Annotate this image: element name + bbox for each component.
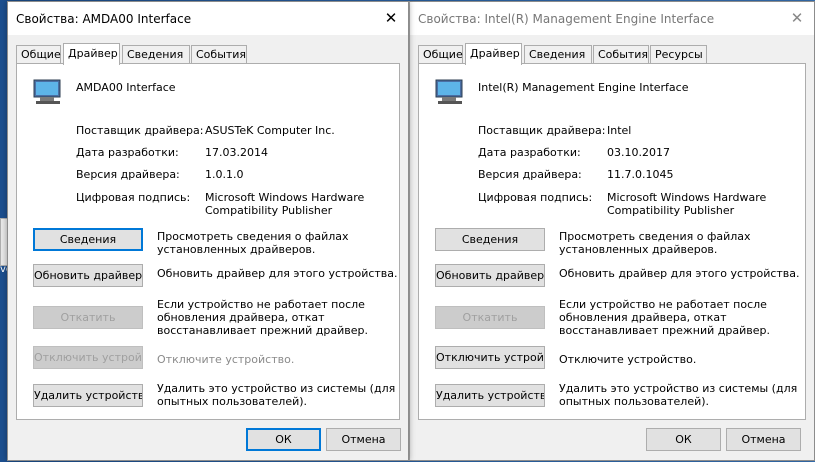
tab-events[interactable]: События <box>593 45 649 64</box>
tab-driver[interactable]: Драйвер <box>63 43 120 65</box>
details-button[interactable]: Сведения <box>435 228 545 251</box>
title-bar[interactable]: Свойства: AMDA00 Interface ✕ <box>8 2 408 35</box>
signer-line-1: Microsoft Windows Hardware <box>607 191 767 204</box>
disable-device-button[interactable]: Отключить устройство <box>435 346 545 369</box>
version-label: Версия драйвера: <box>76 168 180 181</box>
tab-events[interactable]: События <box>191 45 247 64</box>
properties-window-amda00: Свойства: AMDA00 Interface ✕ Общие Драйв… <box>7 1 409 461</box>
provider-label: Поставщик драйвера: <box>76 124 204 137</box>
update-driver-button[interactable]: Обновить драйвер <box>33 264 143 287</box>
properties-window-intel-mei: Свойства: Intel(R) Management Engine Int… <box>409 1 815 461</box>
provider-label: Поставщик драйвера: <box>478 124 606 137</box>
ok-button[interactable]: ОК <box>246 428 321 451</box>
network-adapter-icon <box>33 79 61 104</box>
uninstall-desc-2: опытных пользователей). <box>157 395 308 408</box>
date-value: 17.03.2014 <box>205 146 268 159</box>
disable-device-button[interactable]: Отключить устройство <box>33 346 143 369</box>
uninstall-device-button[interactable]: Удалить устройство <box>33 384 143 407</box>
uninstall-desc-1: Удалить это устройство из системы (для <box>157 382 396 395</box>
window-title: Свойства: AMDA00 Interface <box>16 12 192 26</box>
update-desc: Обновить драйвер для этого устройства. <box>157 267 398 280</box>
tab-resources[interactable]: Ресурсы <box>650 45 707 64</box>
cancel-button[interactable]: Отмена <box>726 428 801 451</box>
tab-details[interactable]: Сведения <box>122 45 190 64</box>
window-title: Свойства: Intel(R) Management Engine Int… <box>418 12 715 26</box>
date-label: Дата разработки: <box>478 146 581 159</box>
details-button[interactable]: Сведения <box>33 228 143 251</box>
rollback-button[interactable]: Откатить <box>33 306 143 329</box>
details-desc-1: Просмотреть сведения о файлах <box>559 230 751 243</box>
rollback-desc-2: обновления драйвера, откат <box>157 311 325 324</box>
version-value: 1.0.1.0 <box>205 168 244 181</box>
provider-value: Intel <box>607 124 632 137</box>
signer-label: Цифровая подпись: <box>76 191 191 204</box>
signer-line-2: Compatibility Publisher <box>205 204 333 217</box>
date-label: Дата разработки: <box>76 146 179 159</box>
tab-general[interactable]: Общие <box>16 45 61 64</box>
device-name: AMDA00 Interface <box>76 81 176 94</box>
update-driver-button[interactable]: Обновить драйвер <box>435 264 545 287</box>
signer-line-2: Compatibility Publisher <box>607 204 735 217</box>
details-desc-2: установленных драйверов. <box>157 243 316 256</box>
close-icon[interactable]: ✕ <box>374 2 408 35</box>
close-icon[interactable]: ✕ <box>780 2 814 35</box>
disable-desc: Отключите устройство. <box>157 353 295 366</box>
rollback-button[interactable]: Откатить <box>435 306 545 329</box>
uninstall-desc-2: опытных пользователей). <box>559 395 710 408</box>
details-desc-2: установленных драйверов. <box>559 243 718 256</box>
tab-general[interactable]: Общие <box>418 45 463 64</box>
uninstall-desc-1: Удалить это устройство из системы (для <box>559 382 798 395</box>
details-desc-1: Просмотреть сведения о файлах <box>157 230 349 243</box>
signer-line-1: Microsoft Windows Hardware <box>205 191 365 204</box>
rollback-desc-3: восстанавливает прежний драйвер. <box>559 324 770 337</box>
provider-value: ASUSTeK Computer Inc. <box>205 124 335 137</box>
uninstall-device-button[interactable]: Удалить устройство <box>435 384 545 407</box>
cancel-button[interactable]: Отмена <box>326 428 401 451</box>
rollback-desc-1: Если устройство не работает после <box>157 298 365 311</box>
device-name: Intel(R) Management Engine Interface <box>478 81 689 94</box>
ok-button[interactable]: ОК <box>646 428 721 451</box>
rollback-desc-3: восстанавливает прежний драйвер. <box>157 324 368 337</box>
version-value: 11.7.0.1045 <box>607 168 674 181</box>
tab-details[interactable]: Сведения <box>524 45 592 64</box>
date-value: 03.10.2017 <box>607 146 670 159</box>
title-bar[interactable]: Свойства: Intel(R) Management Engine Int… <box>410 2 814 35</box>
tab-driver[interactable]: Драйвер <box>465 43 522 65</box>
disable-desc: Отключите устройство. <box>559 353 697 366</box>
rollback-desc-1: Если устройство не работает после <box>559 298 767 311</box>
version-label: Версия драйвера: <box>478 168 582 181</box>
rollback-desc-2: обновления драйвера, откат <box>559 311 727 324</box>
network-adapter-icon <box>435 79 463 104</box>
update-desc: Обновить драйвер для этого устройства. <box>559 267 800 280</box>
signer-label: Цифровая подпись: <box>478 191 593 204</box>
